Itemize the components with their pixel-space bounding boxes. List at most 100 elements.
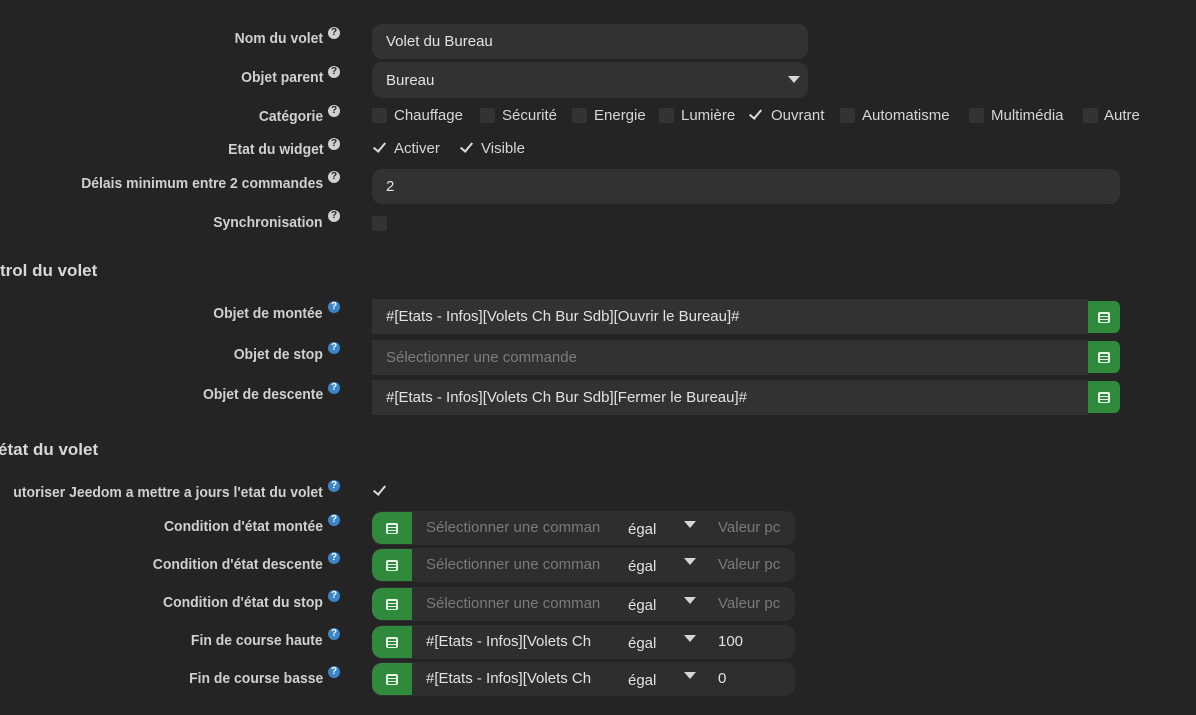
condition-row: Sélectionner une comman égal Valeur pc bbox=[372, 548, 795, 582]
list-alt-icon bbox=[386, 523, 398, 534]
help-icon[interactable]: ? bbox=[328, 480, 340, 492]
section-title-state: état du volet bbox=[0, 440, 99, 459]
condition-row: #[Etats - Infos][Volets Ch égal 0 bbox=[372, 662, 795, 696]
parent-select-value: Bureau bbox=[386, 71, 435, 89]
category-autre-checkbox[interactable] bbox=[1083, 108, 1098, 123]
condition-command-select-button[interactable] bbox=[372, 588, 412, 620]
list-alt-icon bbox=[386, 637, 398, 648]
category-energie-label: Energie bbox=[594, 107, 646, 124]
category-label: Catégorie bbox=[258, 108, 323, 125]
condition-row: #[Etats - Infos][Volets Ch égal 100 bbox=[372, 625, 795, 659]
up-object-select-button[interactable] bbox=[1088, 301, 1120, 333]
sync-label: Synchronisation bbox=[213, 214, 323, 231]
category-multimedia-label: Multimédia bbox=[991, 107, 1064, 124]
category-multimedia-checkbox[interactable] bbox=[969, 108, 984, 123]
help-icon[interactable]: ? bbox=[328, 342, 340, 354]
widget-visible-checkbox[interactable] bbox=[460, 140, 475, 155]
category-securite-checkbox[interactable] bbox=[480, 108, 495, 123]
help-icon[interactable]: ? bbox=[328, 171, 340, 183]
condition-command-select-button[interactable] bbox=[372, 549, 412, 581]
condition-command-input[interactable]: Sélectionner une comman bbox=[426, 548, 602, 582]
help-icon[interactable]: ? bbox=[328, 590, 340, 602]
help-icon[interactable]: ? bbox=[328, 210, 340, 222]
condition-label: Fin de course haute bbox=[191, 632, 323, 649]
list-alt-icon bbox=[1098, 312, 1110, 323]
sync-checkbox[interactable] bbox=[372, 216, 387, 231]
name-input[interactable]: Volet du Bureau bbox=[372, 24, 808, 59]
condition-command-select-button[interactable] bbox=[372, 512, 412, 544]
stop-object-label: Objet de stop bbox=[233, 346, 323, 363]
help-icon[interactable]: ? bbox=[328, 382, 340, 394]
category-ouvrant-label: Ouvrant bbox=[771, 107, 825, 124]
help-icon[interactable]: ? bbox=[328, 552, 340, 564]
condition-label: Condition d'état du stop bbox=[163, 594, 323, 611]
category-lumiere-label: Lumière bbox=[681, 107, 736, 124]
condition-label: Condition d'état descente bbox=[153, 556, 323, 573]
down-object-select-button[interactable] bbox=[1088, 381, 1120, 413]
list-alt-icon bbox=[386, 560, 398, 571]
condition-command-select-button[interactable] bbox=[372, 663, 412, 695]
widget-activer-checkbox[interactable] bbox=[373, 140, 388, 155]
help-icon[interactable]: ? bbox=[328, 27, 340, 39]
caret-down-icon[interactable] bbox=[684, 521, 696, 528]
condition-value-input[interactable]: 0 bbox=[718, 662, 788, 696]
help-icon[interactable]: ? bbox=[328, 666, 340, 678]
caret-down-icon[interactable] bbox=[684, 635, 696, 642]
condition-operator-select[interactable]: égal bbox=[628, 662, 656, 696]
allow-update-checkbox[interactable] bbox=[373, 483, 388, 498]
list-alt-icon bbox=[1098, 392, 1110, 403]
condition-label: Condition d'état montée bbox=[163, 518, 323, 535]
help-icon[interactable]: ? bbox=[328, 301, 340, 313]
list-alt-icon bbox=[1098, 352, 1110, 363]
category-securite-label: Sécurité bbox=[502, 107, 558, 124]
condition-command-input[interactable]: #[Etats - Infos][Volets Ch bbox=[426, 625, 602, 659]
condition-value-input[interactable]: Valeur pc bbox=[718, 548, 788, 582]
caret-down-icon bbox=[788, 76, 800, 83]
down-object-label: Objet de descente bbox=[202, 386, 323, 403]
help-icon[interactable]: ? bbox=[328, 66, 340, 78]
condition-value-input[interactable]: 100 bbox=[718, 625, 788, 659]
category-automatisme-label: Automatisme bbox=[862, 107, 950, 124]
help-icon[interactable]: ? bbox=[328, 514, 340, 526]
condition-command-input[interactable]: Sélectionner une comman bbox=[426, 511, 602, 545]
help-icon[interactable]: ? bbox=[328, 105, 340, 117]
stop-object-input[interactable]: Sélectionner une commande bbox=[372, 340, 1088, 375]
delay-input[interactable]: 2 bbox=[372, 169, 1120, 204]
condition-row: Sélectionner une comman égal Valeur pc bbox=[372, 511, 795, 545]
up-object-label: Objet de montée bbox=[213, 305, 323, 322]
caret-down-icon[interactable] bbox=[684, 672, 696, 679]
help-icon[interactable]: ? bbox=[328, 628, 340, 640]
condition-operator-select[interactable]: égal bbox=[628, 625, 656, 659]
category-energie-checkbox[interactable] bbox=[572, 108, 587, 123]
condition-operator-select[interactable]: égal bbox=[628, 587, 656, 621]
down-object-input[interactable]: #[Etats - Infos][Volets Ch Bur Sdb][Ferm… bbox=[372, 380, 1088, 415]
delay-label: Délais minimum entre 2 commandes bbox=[81, 175, 323, 192]
category-autre-label: Autre bbox=[1104, 107, 1140, 124]
condition-command-input[interactable]: Sélectionner une comman bbox=[426, 587, 602, 621]
category-lumiere-checkbox[interactable] bbox=[659, 108, 674, 123]
list-alt-icon bbox=[386, 599, 398, 610]
name-label: Nom du volet bbox=[234, 30, 323, 47]
parent-select[interactable]: Bureau bbox=[372, 62, 808, 98]
up-object-input[interactable]: #[Etats - Infos][Volets Ch Bur Sdb][Ouvr… bbox=[372, 299, 1088, 334]
stop-object-select-button[interactable] bbox=[1088, 341, 1120, 373]
condition-value-input[interactable]: Valeur pc bbox=[718, 587, 788, 621]
caret-down-icon[interactable] bbox=[684, 558, 696, 565]
category-chauffage-checkbox[interactable] bbox=[372, 108, 387, 123]
allow-update-label: utoriser Jeedom a mettre a jours l'etat … bbox=[13, 484, 323, 501]
condition-command-input[interactable]: #[Etats - Infos][Volets Ch bbox=[426, 662, 602, 696]
category-ouvrant-checkbox[interactable] bbox=[749, 107, 764, 122]
condition-row: Sélectionner une comman égal Valeur pc bbox=[372, 587, 795, 621]
condition-operator-select[interactable]: égal bbox=[628, 511, 656, 545]
condition-command-select-button[interactable] bbox=[372, 626, 412, 658]
widget-visible-label: Visible bbox=[481, 140, 525, 157]
condition-label: Fin de course basse bbox=[188, 670, 323, 687]
caret-down-icon[interactable] bbox=[684, 597, 696, 604]
category-automatisme-checkbox[interactable] bbox=[840, 108, 855, 123]
widget-state-label: Etat du widget bbox=[227, 141, 323, 158]
condition-operator-select[interactable]: égal bbox=[628, 548, 656, 582]
condition-value-input[interactable]: Valeur pc bbox=[718, 511, 788, 545]
help-icon[interactable]: ? bbox=[328, 138, 340, 150]
list-alt-icon bbox=[386, 674, 398, 685]
category-chauffage-label: Chauffage bbox=[394, 107, 463, 124]
